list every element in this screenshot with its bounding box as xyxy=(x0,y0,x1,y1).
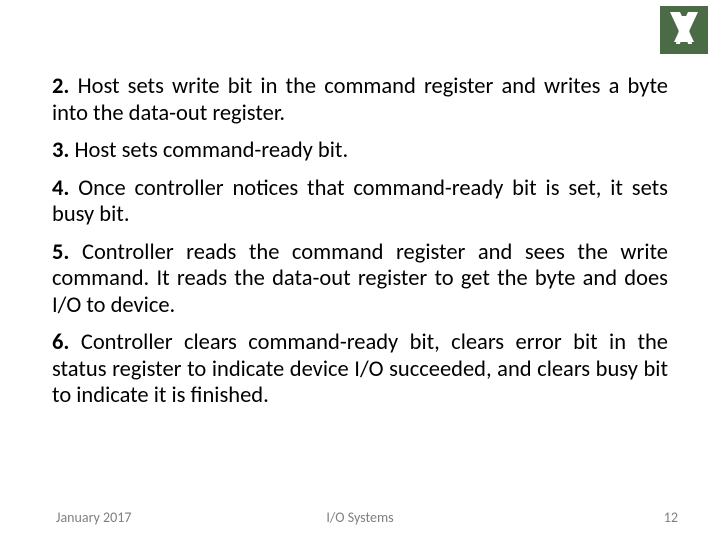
list-item: 2. Host sets write bit in the command re… xyxy=(52,74,668,127)
item-text: Once controller notices that command-rea… xyxy=(52,175,668,229)
item-text: Controller clears command-ready bit, cle… xyxy=(52,329,668,409)
list-item: 4. Once controller notices that command-… xyxy=(52,176,668,229)
item-number: 2. xyxy=(52,73,69,100)
item-text: Host sets write bit in the command regis… xyxy=(52,73,668,127)
list-item: 5. Controller reads the command register… xyxy=(52,240,668,320)
item-number: 6. xyxy=(52,329,69,356)
slide-content: 2. Host sets write bit in the command re… xyxy=(52,74,668,421)
university-logo xyxy=(658,4,710,56)
item-number: 3. xyxy=(52,137,69,164)
item-text: Controller reads the command register an… xyxy=(52,239,668,319)
logo-icon xyxy=(658,4,710,56)
footer-page-number: 12 xyxy=(664,509,678,526)
footer-title: I/O Systems xyxy=(0,509,720,526)
list-item: 6. Controller clears command-ready bit, … xyxy=(52,330,668,410)
slide-footer: January 2017 I/O Systems 12 xyxy=(0,502,720,526)
item-number: 5. xyxy=(52,239,69,266)
list-item: 3. Host sets command-ready bit. xyxy=(52,138,668,165)
slide: 2. Host sets write bit in the command re… xyxy=(0,0,720,540)
item-text: Host sets command-ready bit. xyxy=(69,137,348,164)
item-number: 4. xyxy=(52,175,69,202)
